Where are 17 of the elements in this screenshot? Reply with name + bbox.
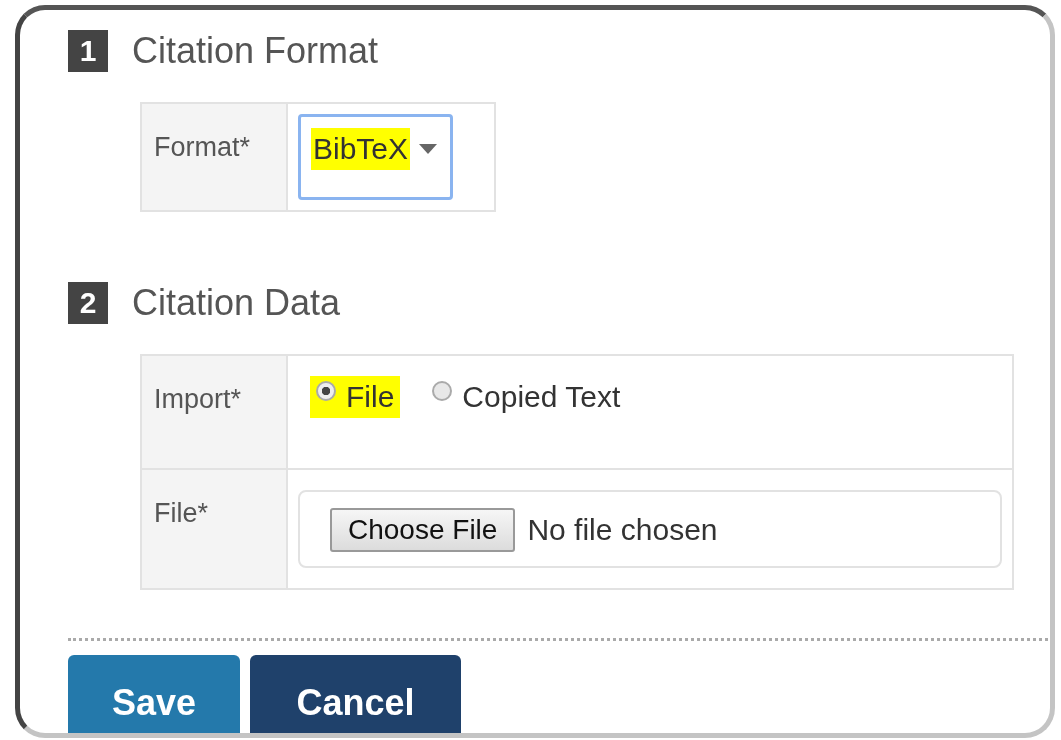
save-button[interactable]: Save [68,655,240,733]
field-label: Import* [141,355,287,469]
radio-option[interactable]: File [310,376,401,418]
field-label: Format* [141,103,287,211]
select-value: BibTeX [311,128,411,170]
section-title: Citation Data [132,282,341,324]
cancel-button[interactable]: Cancel [250,655,461,733]
step-number: 1 [68,30,108,72]
section-title: Citation Format [132,30,379,72]
format-select[interactable]: BibTeX [298,114,454,200]
file-status: No file chosen [527,513,718,547]
caret-icon [418,143,439,155]
field-label: File* [141,469,287,589]
step-number: 2 [68,282,108,324]
radio-option[interactable]: Copied Text [426,376,627,418]
choose-file-button[interactable]: Choose File [330,508,516,552]
file-input[interactable]: Choose File No file chosen [298,490,1002,568]
